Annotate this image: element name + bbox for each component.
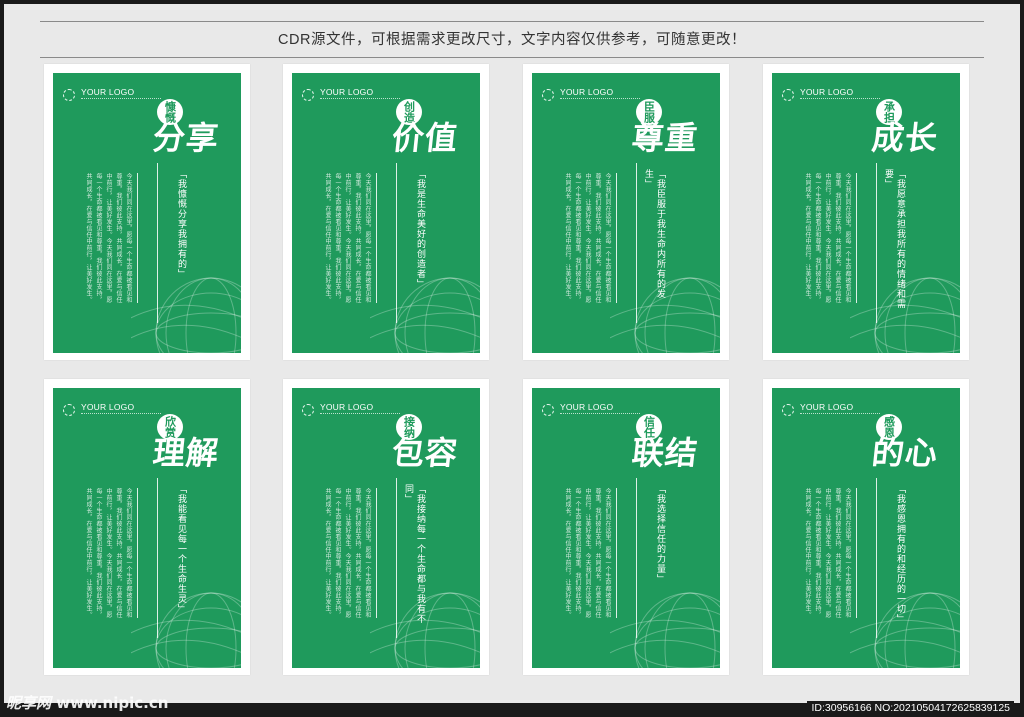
poster-card: YOUR LOGO 接纳 包容 「我接纳每一个生命都与我有不同」 今天我们同在这…: [283, 379, 489, 675]
logo-gear-icon: [782, 89, 794, 101]
poster-background: YOUR LOGO 信任 联结 「我选择信任的力量」 今天我们同在这里，愿每一个…: [532, 388, 720, 668]
decorative-body-text: 今天我们同在这里，愿每一个生命都被看见和尊重，我们彼此支持，共同成长，在爱与信任…: [804, 173, 851, 303]
logo-gear-icon: [302, 404, 314, 416]
logo-gear-icon: [302, 89, 314, 101]
watermark-brand: 昵享网: [6, 694, 52, 712]
poster-card: YOUR LOGO 臣服 尊重 「我臣服于我生命内所有的发生」 今天我们同在这里…: [523, 64, 729, 360]
poster-background: YOUR LOGO 慷慨 分享 「我慷慨分享我拥有的」 今天我们同在这里，愿每一…: [53, 73, 241, 353]
logo-gear-icon: [542, 89, 554, 101]
poster-title: 的心: [870, 434, 941, 472]
logo-gear-icon: [782, 404, 794, 416]
header-divider-bottom: [40, 57, 984, 58]
logo-text: YOUR LOGO: [800, 402, 854, 412]
globe-decoration-icon: [610, 592, 720, 668]
globe-decoration-icon: [370, 592, 480, 668]
logo-text: YOUR LOGO: [800, 87, 854, 97]
poster-title: 包容: [390, 434, 461, 472]
logo-text: YOUR LOGO: [320, 87, 374, 97]
logo-text: YOUR LOGO: [560, 87, 614, 97]
globe-decoration-icon: [131, 592, 241, 668]
logo-text: YOUR LOGO: [560, 402, 614, 412]
poster-card: YOUR LOGO 感恩 的心 「我感恩拥有的和经历的一切」 今天我们同在这里，…: [763, 379, 969, 675]
logo-text: YOUR LOGO: [320, 402, 374, 412]
logo-tagline-line: [800, 413, 880, 416]
poster-title: 分享: [151, 119, 222, 157]
poster-title: 尊重: [630, 119, 701, 157]
logo-tagline-line: [320, 98, 400, 101]
globe-decoration-icon: [850, 277, 960, 353]
decorative-body-text: 今天我们同在这里，愿每一个生命都被看见和尊重，我们彼此支持，共同成长，在爱与信任…: [564, 173, 611, 303]
header-divider-top: [40, 21, 984, 22]
poster-background: YOUR LOGO 创造 价值 「我是生命美好的创造者」 今天我们同在这里，愿每…: [292, 73, 480, 353]
logo-text: YOUR LOGO: [81, 87, 135, 97]
poster-background: YOUR LOGO 感恩 的心 「我感恩拥有的和经历的一切」 今天我们同在这里，…: [772, 388, 960, 668]
logo-tagline-line: [560, 413, 640, 416]
logo-gear-icon: [542, 404, 554, 416]
poster-background: YOUR LOGO 欣赏 理解 「我能看见每一个生命生灵」 今天我们同在这里，愿…: [53, 388, 241, 668]
watermark-url: www.nipic.cn: [56, 694, 169, 712]
logo-gear-icon: [63, 89, 75, 101]
logo-tagline-line: [800, 98, 880, 101]
globe-decoration-icon: [131, 277, 241, 353]
logo-text: YOUR LOGO: [81, 402, 135, 412]
logo-tagline-line: [560, 98, 640, 101]
decorative-body-text: 今天我们同在这里，愿每一个生命都被看见和尊重，我们彼此支持，共同成长，在爱与信任…: [564, 488, 611, 618]
poster-card: YOUR LOGO 承担 成长 「我愿意承担我所有的情绪和需要」 今天我们同在这…: [763, 64, 969, 360]
image-id: ID:30956166 NO:20210504172625839125: [807, 701, 1014, 715]
poster-card: YOUR LOGO 欣赏 理解 「我能看见每一个生命生灵」 今天我们同在这里，愿…: [44, 379, 250, 675]
decorative-body-text: 今天我们同在这里，愿每一个生命都被看见和尊重，我们彼此支持，共同成长，在爱与信任…: [85, 488, 132, 618]
poster-title: 价值: [390, 119, 461, 157]
site-watermark: 昵享网 www.nipic.cn: [6, 692, 168, 713]
poster-card: YOUR LOGO 信任 联结 「我选择信任的力量」 今天我们同在这里，愿每一个…: [523, 379, 729, 675]
poster-card: YOUR LOGO 创造 价值 「我是生命美好的创造者」 今天我们同在这里，愿每…: [283, 64, 489, 360]
decorative-body-text: 今天我们同在这里，愿每一个生命都被看见和尊重，我们彼此支持，共同成长，在爱与信任…: [324, 173, 371, 303]
poster-title: 理解: [151, 434, 222, 472]
poster-background: YOUR LOGO 接纳 包容 「我接纳每一个生命都与我有不同」 今天我们同在这…: [292, 388, 480, 668]
decorative-body-text: 今天我们同在这里，愿每一个生命都被看见和尊重，我们彼此支持，共同成长，在爱与信任…: [85, 173, 132, 303]
globe-decoration-icon: [370, 277, 480, 353]
poster-background: YOUR LOGO 承担 成长 「我愿意承担我所有的情绪和需要」 今天我们同在这…: [772, 73, 960, 353]
poster-title: 成长: [870, 119, 941, 157]
decorative-body-text: 今天我们同在这里，愿每一个生命都被看见和尊重，我们彼此支持，共同成长，在爱与信任…: [324, 488, 371, 618]
globe-decoration-icon: [850, 592, 960, 668]
poster-title: 联结: [630, 434, 701, 472]
decorative-body-text: 今天我们同在这里，愿每一个生命都被看见和尊重，我们彼此支持，共同成长，在爱与信任…: [804, 488, 851, 618]
globe-decoration-icon: [610, 277, 720, 353]
logo-gear-icon: [63, 404, 75, 416]
logo-tagline-line: [320, 413, 400, 416]
header-caption: CDR源文件，可根据需求更改尺寸，文字内容仅供参考，可随意更改！: [278, 32, 746, 48]
poster-card: YOUR LOGO 慷慨 分享 「我慷慨分享我拥有的」 今天我们同在这里，愿每一…: [44, 64, 250, 360]
logo-tagline-line: [81, 413, 161, 416]
poster-background: YOUR LOGO 臣服 尊重 「我臣服于我生命内所有的发生」 今天我们同在这里…: [532, 73, 720, 353]
logo-tagline-line: [81, 98, 161, 101]
